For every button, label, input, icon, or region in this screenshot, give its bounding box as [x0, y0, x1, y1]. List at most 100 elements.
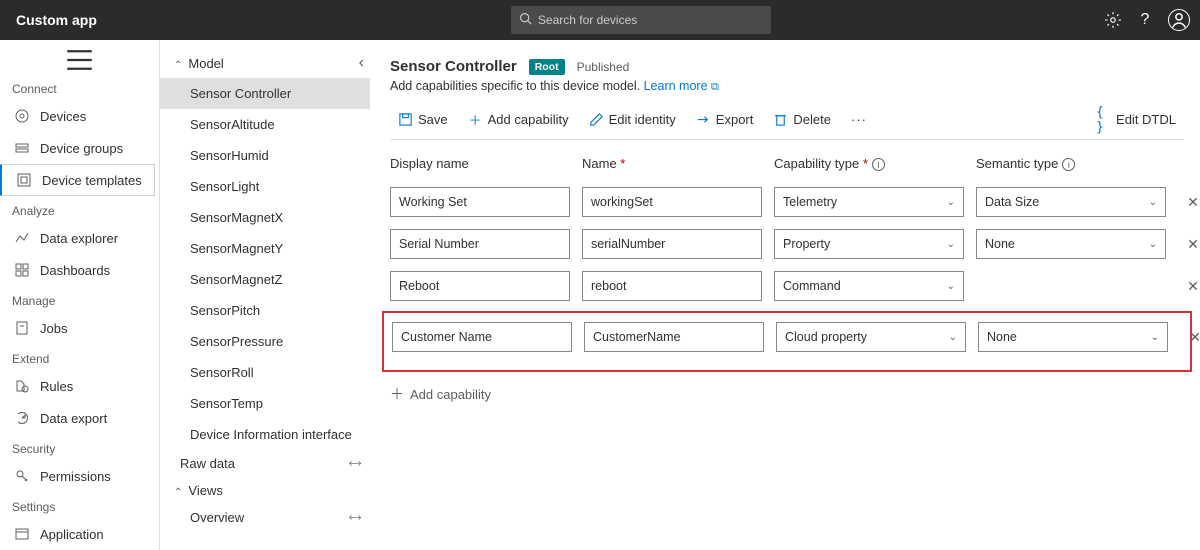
tree-item[interactable]: SensorMagnetX — [160, 202, 370, 233]
nav-label: Dashboards — [40, 263, 110, 278]
trash-icon — [773, 112, 788, 127]
display-name-input[interactable] — [390, 229, 570, 259]
tree-label: Views — [188, 483, 222, 498]
delete-row-button[interactable]: ✕ — [1178, 278, 1200, 295]
export-button[interactable]: Export — [688, 108, 762, 131]
app-title: Custom app — [16, 12, 97, 28]
delete-row-button[interactable]: ✕ — [1180, 329, 1200, 346]
chevron-down-icon: ⌄ — [947, 239, 955, 250]
search-input[interactable] — [538, 13, 763, 27]
name-input[interactable] — [582, 229, 762, 259]
name-input[interactable] — [582, 271, 762, 301]
data-export-icon — [14, 410, 30, 426]
tree-item[interactable]: SensorHumid — [160, 140, 370, 171]
capability-type-select[interactable]: Cloud property⌄ — [776, 322, 966, 352]
data-explorer-icon — [14, 230, 30, 246]
nav-label: Rules — [40, 379, 73, 394]
add-capability-row[interactable]: ＋ Add capability — [390, 378, 1184, 410]
tree-item[interactable]: SensorLight — [160, 171, 370, 202]
tree-item[interactable]: SensorAltitude — [160, 109, 370, 140]
tree-item[interactable]: Sensor Controller — [160, 78, 370, 109]
tree-item[interactable]: SensorTemp — [160, 388, 370, 419]
delete-row-button[interactable]: ✕ — [1178, 194, 1200, 211]
edit-dtdl-button[interactable]: { }Edit DTDL — [1088, 108, 1184, 131]
back-icon[interactable]: ‹ — [359, 54, 364, 72]
col-semantic-type: Semantic typei — [976, 156, 1166, 171]
info-icon[interactable]: i — [1062, 158, 1075, 171]
nav-section-manage: Manage — [0, 286, 159, 312]
tree-item[interactable]: SensorPitch — [160, 295, 370, 326]
nav-device-templates[interactable]: Device templates — [0, 164, 155, 196]
capability-row: Cloud property⌄None⌄✕⌄ — [390, 316, 1184, 358]
tree-section-model[interactable]: ⌃Model ‹ — [160, 48, 370, 78]
nav-label: Jobs — [40, 321, 67, 336]
nav-permissions[interactable]: Permissions — [0, 460, 159, 492]
devices-icon — [14, 108, 30, 124]
plus-icon: ＋ — [390, 384, 404, 404]
learn-more-link[interactable]: Learn more ⧉ — [644, 79, 719, 93]
tree-label: Model — [188, 56, 223, 71]
nav-label: Devices — [40, 109, 86, 124]
search-box[interactable] — [511, 6, 771, 34]
nav-application[interactable]: Application — [0, 518, 159, 550]
device-groups-icon — [14, 140, 30, 156]
tree-raw-data[interactable]: Raw data ⤢ — [160, 450, 370, 477]
delete-button[interactable]: Delete — [765, 108, 839, 131]
capability-type-select[interactable]: Property⌄ — [774, 229, 964, 259]
chevron-down-icon: ⌃ — [174, 487, 182, 498]
account-icon[interactable] — [1168, 9, 1190, 31]
nav-label: Device templates — [42, 173, 142, 188]
add-capability-button[interactable]: ＋Add capability — [460, 108, 577, 131]
tree-item[interactable]: Device Information interface — [160, 419, 370, 450]
tree-section-views[interactable]: ⌃ Views — [160, 477, 370, 504]
chevron-down-icon: ⌄ — [947, 281, 955, 292]
nav-rules[interactable]: Rules — [0, 370, 159, 402]
nav-dashboards[interactable]: Dashboards — [0, 254, 159, 286]
delete-row-button[interactable]: ✕ — [1178, 236, 1200, 253]
display-name-input[interactable] — [390, 271, 570, 301]
settings-icon[interactable] — [1104, 11, 1122, 29]
capability-type-select[interactable]: Command⌄ — [774, 271, 964, 301]
page-subtitle: Add capabilities specific to this device… — [390, 79, 644, 93]
nav-devices[interactable]: Devices — [0, 100, 159, 132]
semantic-type-select[interactable]: Data Size⌄ — [976, 187, 1166, 217]
nav-data-explorer[interactable]: Data explorer — [0, 222, 159, 254]
nav-section-connect: Connect — [0, 74, 159, 100]
expand-icon[interactable]: ⤢ — [346, 455, 363, 472]
nav-label: Permissions — [40, 469, 111, 484]
nav-device-groups[interactable]: Device groups — [0, 132, 159, 164]
semantic-type-select[interactable]: None⌄ — [978, 322, 1168, 352]
help-icon[interactable]: ? — [1136, 11, 1154, 29]
name-input[interactable] — [582, 187, 762, 217]
nav-section-analyze: Analyze — [0, 196, 159, 222]
nav-label: Data export — [40, 411, 107, 426]
nav-data-export[interactable]: Data export — [0, 402, 159, 434]
application-icon — [14, 526, 30, 542]
display-name-input[interactable] — [392, 322, 572, 352]
device-templates-icon — [16, 172, 32, 188]
save-button[interactable]: Save — [390, 108, 456, 131]
expand-icon[interactable]: ⤢ — [346, 509, 363, 526]
name-input[interactable] — [584, 322, 764, 352]
hamburger-icon[interactable] — [0, 46, 159, 74]
tree-overview[interactable]: Overview ⤢ — [160, 504, 370, 531]
tree-item[interactable]: SensorRoll — [160, 357, 370, 388]
display-name-input[interactable] — [390, 187, 570, 217]
code-braces-icon: { } — [1096, 112, 1111, 127]
tree-item[interactable]: SensorPressure — [160, 326, 370, 357]
tree-item[interactable]: SensorMagnetY — [160, 233, 370, 264]
info-icon[interactable]: i — [872, 158, 885, 171]
save-icon — [398, 112, 413, 127]
capability-type-select[interactable]: Telemetry⌄ — [774, 187, 964, 217]
nav-section-settings: Settings — [0, 492, 159, 518]
chevron-down-icon: ⌄ — [947, 197, 955, 208]
nav-jobs[interactable]: Jobs — [0, 312, 159, 344]
search-icon — [519, 12, 532, 28]
more-button[interactable]: ··· — [843, 108, 875, 131]
chevron-down-icon: ⌄ — [1149, 197, 1157, 208]
semantic-type-select[interactable]: None⌄ — [976, 229, 1166, 259]
nav-label: Application — [40, 527, 104, 542]
tree-item[interactable]: SensorMagnetZ — [160, 264, 370, 295]
edit-identity-button[interactable]: Edit identity — [581, 108, 684, 131]
export-icon — [696, 112, 711, 127]
